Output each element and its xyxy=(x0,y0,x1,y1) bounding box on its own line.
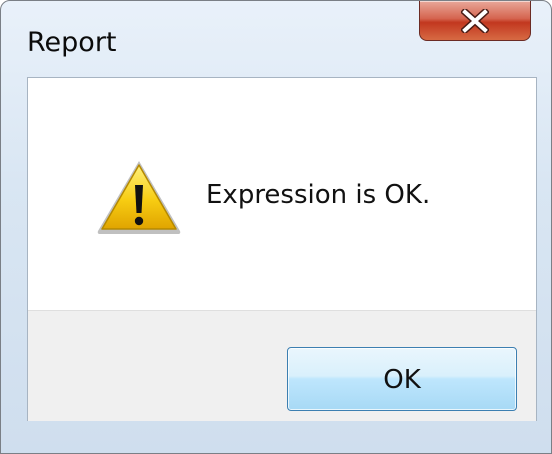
window-bottom-border xyxy=(1,421,551,453)
close-icon xyxy=(461,9,489,33)
dialog-content: Expression is OK. OK xyxy=(27,77,537,421)
button-area: OK xyxy=(28,310,536,421)
warning-icon xyxy=(97,161,181,234)
dialog-window: Report Expression is OK. OK xyxy=(0,0,552,454)
ok-button[interactable]: OK xyxy=(287,347,517,411)
title-bar[interactable]: Report xyxy=(1,1,551,77)
close-button[interactable] xyxy=(419,1,531,41)
message-text: Expression is OK. xyxy=(206,180,431,210)
window-title: Report xyxy=(27,27,117,58)
message-area: Expression is OK. xyxy=(28,78,536,310)
